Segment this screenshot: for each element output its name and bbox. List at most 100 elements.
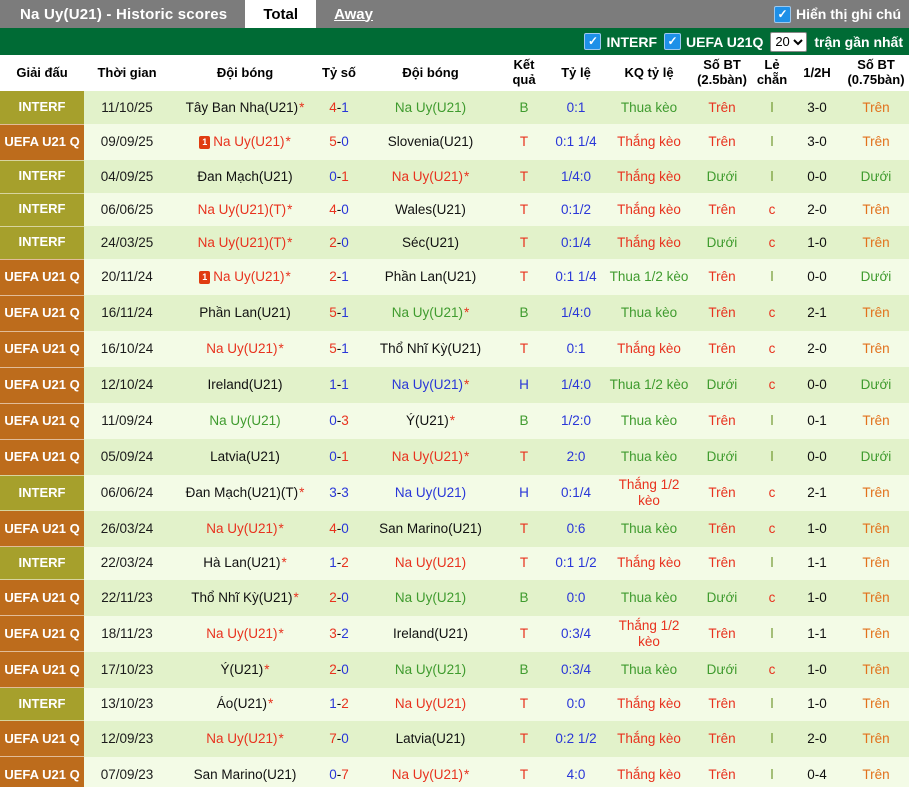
odds-result-cell: Thắng kèo [607,721,691,757]
favorite-star: * [282,555,287,570]
handicap-odds-cell: 1/2:0 [545,403,607,439]
interf-label: INTERF [606,34,657,50]
over-under-2-5-cell: Trên [691,721,753,757]
match-date: 22/03/24 [84,547,170,580]
score-cell: 0-1 [320,439,358,475]
league-badge: INTERF [0,160,84,193]
interf-checkbox[interactable]: ✓ [584,33,601,50]
show-notes-label: Hiển thị ghi chú [796,6,901,22]
league-badge: UEFA U21 Q [0,295,84,331]
team-name: Latvia(U21) [396,731,466,746]
league-badge: INTERF [0,91,84,124]
handicap-odds-cell: 0:3/4 [545,652,607,688]
score-part: 0 [341,134,349,149]
away-team-cell: Thổ Nhĩ Kỳ(U21) [358,331,503,367]
match-date: 11/10/25 [84,91,170,124]
result-cell: T [503,721,545,757]
league-badge: UEFA U21 Q [0,580,84,616]
half-time-score-cell: 1-1 [791,616,843,652]
away-team-cell: Ireland(U21) [358,616,503,652]
table-row: INTERF13/10/23Áo(U21)*1-2Na Uy(U21)T0:0T… [0,688,909,721]
favorite-star: * [279,521,284,536]
match-date: 24/03/25 [84,226,170,259]
over-under-0-75-cell: Dưới [843,259,909,295]
score-cell: 2-0 [320,580,358,616]
away-team-cell: Wales(U21) [358,193,503,226]
red-card-icon: 1 [199,136,210,149]
league-badge: INTERF [0,688,84,721]
away-team-cell: Phần Lan(U21) [358,259,503,295]
over-under-0-75-cell: Trên [843,616,909,652]
result-cell: T [503,439,545,475]
league-badge: INTERF [0,475,84,511]
odds-result-cell: Thua kèo [607,403,691,439]
score-part: 2 [329,590,337,605]
historic-scores-table: Giải đấuThời gianĐội bóngTỷ sốĐội bóngKế… [0,55,909,787]
half-time-score-cell: 0-0 [791,160,843,193]
table-row: INTERF06/06/24Đan Mạch(U21)(T)*3-3Na Uy(… [0,475,909,511]
match-date: 26/03/24 [84,511,170,547]
match-date: 06/06/25 [84,193,170,226]
result-cell: T [503,757,545,787]
team-name: Ireland(U21) [207,377,282,392]
half-time-score-cell: 1-0 [791,652,843,688]
team-name: Na Uy(U21) [213,269,284,284]
team-name: Na Uy(U21) [206,341,277,356]
over-under-0-75-cell: Trên [843,688,909,721]
team-name: Phần Lan(U21) [385,269,477,284]
table-row: UEFA U21 Q20/11/241Na Uy(U21)*2-1Phần La… [0,259,909,295]
result-cell: T [503,226,545,259]
score-part: 2 [341,696,349,711]
over-under-0-75-cell: Trên [843,757,909,787]
half-time-score-cell: 1-0 [791,688,843,721]
home-team-cell: Phần Lan(U21) [170,295,320,331]
team-name: Na Uy(U21) [392,449,463,464]
score-cell: 4-0 [320,511,358,547]
score-cell: 0-3 [320,403,358,439]
half-time-score-cell: 2-1 [791,475,843,511]
uefa-u21q-checkbox[interactable]: ✓ [664,33,681,50]
table-row: UEFA U21 Q09/09/251Na Uy(U21)*5-0Sloveni… [0,124,909,160]
table-header-row: Giải đấuThời gianĐội bóngTỷ sốĐội bóngKế… [0,55,909,91]
odd-even-cell: c [753,475,791,511]
table-row: INTERF22/03/24Hà Lan(U21)*1-2Na Uy(U21)T… [0,547,909,580]
away-team-cell: Latvia(U21) [358,721,503,757]
team-name: Thổ Nhĩ Kỳ(U21) [380,341,481,356]
home-team-cell: Ireland(U21) [170,367,320,403]
team-name: Na Uy(U21) [206,626,277,641]
score-part: 5 [329,341,337,356]
favorite-star: * [464,377,469,392]
table-row: INTERF24/03/25Na Uy(U21)(T)*2-0Séc(U21)T… [0,226,909,259]
odd-even-cell: l [753,91,791,124]
odd-even-cell: l [753,403,791,439]
table-row: INTERF06/06/25Na Uy(U21)(T)*4-0Wales(U21… [0,193,909,226]
home-team-cell: Đan Mạch(U21) [170,160,320,193]
score-part: 0 [329,413,337,428]
handicap-odds-cell: 0:1 [545,91,607,124]
over-under-2-5-cell: Trên [691,331,753,367]
odd-even-cell: l [753,160,791,193]
result-cell: T [503,331,545,367]
odd-even-cell: c [753,367,791,403]
score-cell: 5-1 [320,331,358,367]
away-team-cell: Na Uy(U21)* [358,367,503,403]
team-name: Na Uy(U21) [392,767,463,782]
filter-bar: ✓ INTERF ✓ UEFA U21Q 20 trận gần nhất [0,28,909,55]
handicap-odds-cell: 0:1 [545,331,607,367]
match-date: 11/09/24 [84,403,170,439]
column-header: Giải đấu [0,55,84,91]
away-team-cell: Ý(U21)* [358,403,503,439]
favorite-star: * [299,100,304,115]
show-notes-checkbox[interactable]: ✓ [774,6,791,23]
match-date: 12/09/23 [84,721,170,757]
home-team-cell: Hà Lan(U21)* [170,547,320,580]
tab-total[interactable]: Total [245,0,316,28]
home-team-cell: Áo(U21)* [170,688,320,721]
match-count-select[interactable]: 20 [770,32,807,52]
away-team-cell: San Marino(U21) [358,511,503,547]
tab-away[interactable]: Away [316,0,391,28]
odd-even-cell: c [753,193,791,226]
score-cell: 3-3 [320,475,358,511]
odds-result-cell: Thua 1/2 kèo [607,367,691,403]
odds-result-cell: Thua kèo [607,580,691,616]
